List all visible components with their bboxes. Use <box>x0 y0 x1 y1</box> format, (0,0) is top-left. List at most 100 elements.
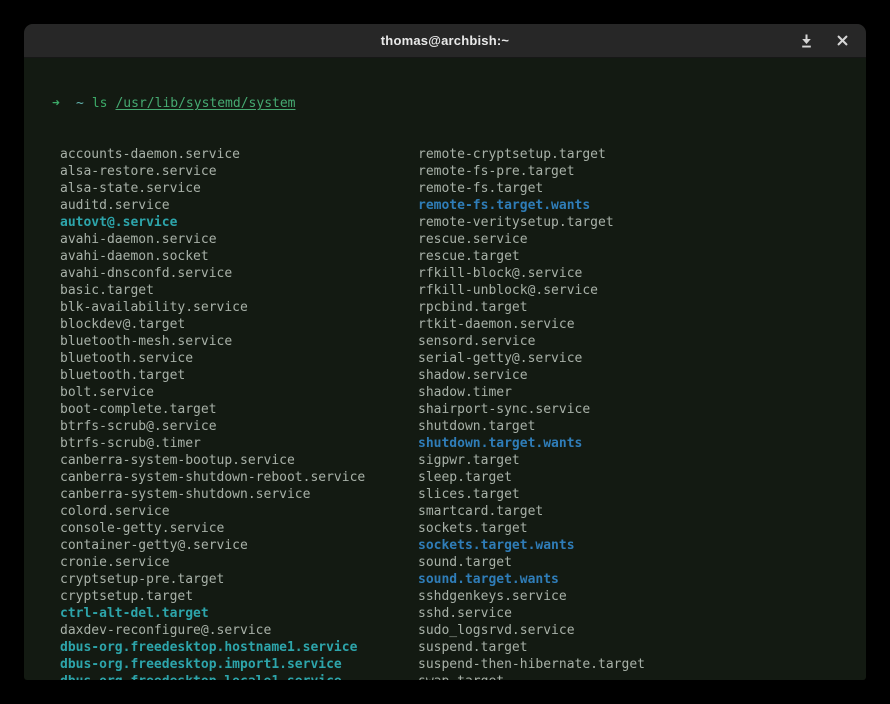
listing-row: cryptsetup.targetsshdgenkeys.service <box>24 588 866 605</box>
file-name-file: canberra-system-bootup.service <box>60 452 418 469</box>
file-name-file: sensord.service <box>418 333 866 350</box>
terminal-window: thomas@archbish:~ ➜~ ls/usr/lib/systemd/s… <box>24 24 866 680</box>
download-arrow-icon <box>800 34 813 48</box>
listing-row: avahi-daemon.servicerescue.service <box>24 231 866 248</box>
file-name-file: avahi-dnsconfd.service <box>60 265 418 282</box>
file-name-file: bluetooth.target <box>60 367 418 384</box>
file-name-file: slices.target <box>418 486 866 503</box>
file-name-file: cronie.service <box>60 554 418 571</box>
file-name-file: cryptsetup-pre.target <box>60 571 418 588</box>
listing-row: auditd.serviceremote-fs.target.wants <box>24 197 866 214</box>
listing-row: dbus-org.freedesktop.hostname1.servicesu… <box>24 639 866 656</box>
file-name-symlink: dbus-org.freedesktop.hostname1.service <box>60 639 418 656</box>
titlebar[interactable]: thomas@archbish:~ <box>24 24 866 58</box>
file-name-file: sleep.target <box>418 469 866 486</box>
file-name-file: suspend.target <box>418 639 866 656</box>
file-name-file: sockets.target <box>418 520 866 537</box>
file-name-file: btrfs-scrub@.service <box>60 418 418 435</box>
file-name-file: sudo_logsrvd.service <box>418 622 866 639</box>
file-name-file: daxdev-reconfigure@.service <box>60 622 418 639</box>
file-name-file: remote-cryptsetup.target <box>418 146 866 163</box>
listing-row: blk-availability.servicerpcbind.target <box>24 299 866 316</box>
listing-row: btrfs-scrub@.timershutdown.target.wants <box>24 435 866 452</box>
window-title: thomas@archbish:~ <box>381 33 509 48</box>
file-name-symlink: dbus-org.freedesktop.locale1.service <box>60 673 418 680</box>
listing-row: ctrl-alt-del.targetsshd.service <box>24 605 866 622</box>
file-name-file: bolt.service <box>60 384 418 401</box>
file-name-file: sshd.service <box>418 605 866 622</box>
file-name-file: basic.target <box>60 282 418 299</box>
file-name-file: shadow.service <box>418 367 866 384</box>
prompt-argument: /usr/lib/systemd/system <box>115 96 295 111</box>
prompt-arrow-icon: ➜ <box>52 95 76 112</box>
listing-row: dbus-org.freedesktop.locale1.serviceswap… <box>24 673 866 680</box>
listing-row: bolt.serviceshadow.timer <box>24 384 866 401</box>
file-name-file: alsa-state.service <box>60 180 418 197</box>
minimize-button[interactable] <box>798 33 814 49</box>
listing-row: dbus-org.freedesktop.import1.servicesusp… <box>24 656 866 673</box>
file-name-file: rtkit-daemon.service <box>418 316 866 333</box>
file-name-dir: remote-fs.target.wants <box>418 197 866 214</box>
file-name-dir: sound.target.wants <box>418 571 866 588</box>
listing-row: canberra-system-shutdown-reboot.services… <box>24 469 866 486</box>
file-name-file: serial-getty@.service <box>418 350 866 367</box>
listing-row: boot-complete.targetshairport-sync.servi… <box>24 401 866 418</box>
close-icon <box>837 35 848 46</box>
window-controls <box>798 24 850 57</box>
desktop: { "window": { "title": "thomas@archbish:… <box>0 0 890 704</box>
file-name-file: blk-availability.service <box>60 299 418 316</box>
listing-row: avahi-dnsconfd.servicerfkill-block@.serv… <box>24 265 866 282</box>
listing-row: alsa-state.serviceremote-fs.target <box>24 180 866 197</box>
file-name-file: sshdgenkeys.service <box>418 588 866 605</box>
listing-row: colord.servicesmartcard.target <box>24 503 866 520</box>
file-name-file: auditd.service <box>60 197 418 214</box>
file-name-file: container-getty@.service <box>60 537 418 554</box>
file-name-file: rpcbind.target <box>418 299 866 316</box>
listing-row: canberra-system-shutdown.serviceslices.t… <box>24 486 866 503</box>
listing-row: accounts-daemon.serviceremote-cryptsetup… <box>24 146 866 163</box>
file-name-file: avahi-daemon.socket <box>60 248 418 265</box>
file-name-file: alsa-restore.service <box>60 163 418 180</box>
file-name-file: rescue.service <box>418 231 866 248</box>
file-name-dir: shutdown.target.wants <box>418 435 866 452</box>
listing-row: cryptsetup-pre.targetsound.target.wants <box>24 571 866 588</box>
close-button[interactable] <box>834 33 850 49</box>
prompt-cwd: ~ <box>76 96 84 111</box>
listing-row: bluetooth-mesh.servicesensord.service <box>24 333 866 350</box>
file-name-file: remote-veritysetup.target <box>418 214 866 231</box>
file-name-file: smartcard.target <box>418 503 866 520</box>
file-name-file: rfkill-unblock@.service <box>418 282 866 299</box>
file-listing: accounts-daemon.serviceremote-cryptsetup… <box>24 146 866 680</box>
terminal-body[interactable]: ➜~ ls/usr/lib/systemd/system accounts-dae… <box>24 58 866 680</box>
listing-row: autovt@.serviceremote-veritysetup.target <box>24 214 866 231</box>
file-name-file: suspend-then-hibernate.target <box>418 656 866 673</box>
file-name-file: canberra-system-shutdown-reboot.service <box>60 469 418 486</box>
listing-row: bluetooth.targetshadow.service <box>24 367 866 384</box>
listing-row: btrfs-scrub@.serviceshutdown.target <box>24 418 866 435</box>
listing-row: container-getty@.servicesockets.target.w… <box>24 537 866 554</box>
file-name-file: rfkill-block@.service <box>418 265 866 282</box>
file-name-symlink: dbus-org.freedesktop.import1.service <box>60 656 418 673</box>
listing-row: alsa-restore.serviceremote-fs-pre.target <box>24 163 866 180</box>
shell-prompt: ➜~ ls/usr/lib/systemd/system <box>24 95 866 112</box>
file-name-file: swap.target <box>418 673 866 680</box>
file-name-file: colord.service <box>60 503 418 520</box>
listing-row: daxdev-reconfigure@.servicesudo_logsrvd.… <box>24 622 866 639</box>
prompt-command: ls <box>92 96 108 111</box>
file-name-file: sound.target <box>418 554 866 571</box>
listing-row: bluetooth.serviceserial-getty@.service <box>24 350 866 367</box>
file-name-file: shutdown.target <box>418 418 866 435</box>
file-name-file: bluetooth-mesh.service <box>60 333 418 350</box>
file-name-file: boot-complete.target <box>60 401 418 418</box>
file-name-file: remote-fs.target <box>418 180 866 197</box>
listing-row: avahi-daemon.socketrescue.target <box>24 248 866 265</box>
file-name-file: rescue.target <box>418 248 866 265</box>
file-name-file: sigpwr.target <box>418 452 866 469</box>
file-name-file: avahi-daemon.service <box>60 231 418 248</box>
listing-row: basic.targetrfkill-unblock@.service <box>24 282 866 299</box>
listing-row: blockdev@.targetrtkit-daemon.service <box>24 316 866 333</box>
file-name-file: accounts-daemon.service <box>60 146 418 163</box>
file-name-file: blockdev@.target <box>60 316 418 333</box>
listing-row: console-getty.servicesockets.target <box>24 520 866 537</box>
file-name-file: bluetooth.service <box>60 350 418 367</box>
